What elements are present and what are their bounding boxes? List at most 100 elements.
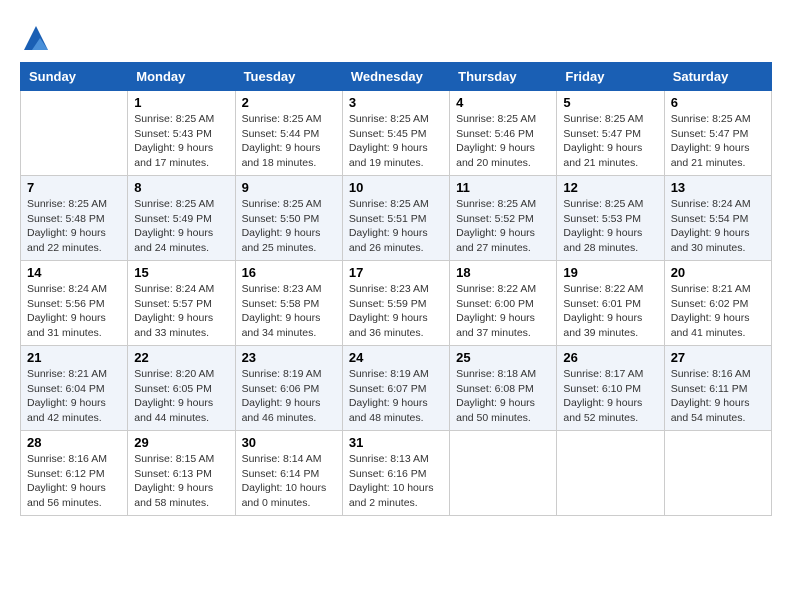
day-number: 2 (242, 95, 336, 110)
day-info: Sunrise: 8:15 AM Sunset: 6:13 PM Dayligh… (134, 452, 228, 511)
calendar-header-row: SundayMondayTuesdayWednesdayThursdayFrid… (21, 63, 772, 91)
weekday-header-sunday: Sunday (21, 63, 128, 91)
day-number: 3 (349, 95, 443, 110)
day-number: 4 (456, 95, 550, 110)
calendar-cell: 16Sunrise: 8:23 AM Sunset: 5:58 PM Dayli… (235, 261, 342, 346)
logo-icon (22, 24, 50, 52)
day-info: Sunrise: 8:14 AM Sunset: 6:14 PM Dayligh… (242, 452, 336, 511)
calendar-cell: 2Sunrise: 8:25 AM Sunset: 5:44 PM Daylig… (235, 91, 342, 176)
weekday-header-friday: Friday (557, 63, 664, 91)
day-number: 11 (456, 180, 550, 195)
calendar-cell: 31 Sunrise: 8:13 AM Sunset: 6:16 PM Dayli… (342, 431, 449, 516)
day-number: 17 (349, 265, 443, 280)
calendar-cell: 3 Sunrise: 8:25 AM Sunset: 5:45 PM Daylig… (342, 91, 449, 176)
day-number: 7 (27, 180, 121, 195)
day-info: Sunrise: 8:22 AM Sunset: 6:00 PM Dayligh… (456, 282, 550, 341)
weekday-header-wednesday: Wednesday (342, 63, 449, 91)
calendar-cell (450, 431, 557, 516)
day-info: Sunrise: 8:16 AM Sunset: 6:12 PM Dayligh… (27, 452, 121, 511)
day-number: 12 (563, 180, 657, 195)
calendar-cell: 10Sunrise: 8:25 AM Sunset: 5:51 PM Dayli… (342, 176, 449, 261)
calendar-cell: 4 Sunrise: 8:25 AM Sunset: 5:46 PM Daylig… (450, 91, 557, 176)
calendar-cell: 28 Sunrise: 8:16 AM Sunset: 6:12 PM Dayli… (21, 431, 128, 516)
day-info: Sunrise: 8:22 AM Sunset: 6:01 PM Dayligh… (563, 282, 657, 341)
day-number: 25 (456, 350, 550, 365)
day-number: 9 (242, 180, 336, 195)
calendar-cell: 1 Sunrise: 8:25 AM Sunset: 5:43 PM Daylig… (128, 91, 235, 176)
day-number: 14 (27, 265, 121, 280)
day-info: Sunrise: 8:24 AM Sunset: 5:54 PM Dayligh… (671, 197, 765, 256)
day-number: 10 (349, 180, 443, 195)
calendar-cell (21, 91, 128, 176)
day-number: 29 (134, 435, 228, 450)
day-info: Sunrise: 8:24 AM Sunset: 5:56 PM Dayligh… (27, 282, 121, 341)
calendar-cell: 19 Sunrise: 8:22 AM Sunset: 6:01 PM Dayli… (557, 261, 664, 346)
calendar-cell: 25Sunrise: 8:18 AM Sunset: 6:08 PM Dayli… (450, 346, 557, 431)
day-number: 26 (563, 350, 657, 365)
day-info: Sunrise: 8:23 AM Sunset: 5:59 PM Dayligh… (349, 282, 443, 341)
day-number: 22 (134, 350, 228, 365)
calendar-cell: 14 Sunrise: 8:24 AM Sunset: 5:56 PM Dayli… (21, 261, 128, 346)
calendar-cell: 27 Sunrise: 8:16 AM Sunset: 6:11 PM Dayli… (664, 346, 771, 431)
day-info: Sunrise: 8:17 AM Sunset: 6:10 PM Dayligh… (563, 367, 657, 426)
calendar-cell (557, 431, 664, 516)
calendar-week-row: 1 Sunrise: 8:25 AM Sunset: 5:43 PM Daylig… (21, 91, 772, 176)
day-number: 15 (134, 265, 228, 280)
day-number: 27 (671, 350, 765, 365)
calendar-cell: 24Sunrise: 8:19 AM Sunset: 6:07 PM Dayli… (342, 346, 449, 431)
calendar-cell: 15 Sunrise: 8:24 AM Sunset: 5:57 PM Dayli… (128, 261, 235, 346)
calendar-cell: 7Sunrise: 8:25 AM Sunset: 5:48 PM Daylig… (21, 176, 128, 261)
day-info: Sunrise: 8:25 AM Sunset: 5:46 PM Dayligh… (456, 112, 550, 171)
calendar-cell: 6Sunrise: 8:25 AM Sunset: 5:47 PM Daylig… (664, 91, 771, 176)
calendar-cell: 29 Sunrise: 8:15 AM Sunset: 6:13 PM Dayli… (128, 431, 235, 516)
calendar-cell: 13 Sunrise: 8:24 AM Sunset: 5:54 PM Dayli… (664, 176, 771, 261)
day-info: Sunrise: 8:25 AM Sunset: 5:47 PM Dayligh… (563, 112, 657, 171)
calendar-cell: 17 Sunrise: 8:23 AM Sunset: 5:59 PM Dayli… (342, 261, 449, 346)
calendar-cell: 20Sunrise: 8:21 AM Sunset: 6:02 PM Dayli… (664, 261, 771, 346)
calendar-cell: 12Sunrise: 8:25 AM Sunset: 5:53 PM Dayli… (557, 176, 664, 261)
day-number: 1 (134, 95, 228, 110)
day-info: Sunrise: 8:21 AM Sunset: 6:02 PM Dayligh… (671, 282, 765, 341)
day-number: 16 (242, 265, 336, 280)
day-number: 21 (27, 350, 121, 365)
logo (20, 20, 50, 52)
weekday-header-thursday: Thursday (450, 63, 557, 91)
weekday-header-saturday: Saturday (664, 63, 771, 91)
day-number: 8 (134, 180, 228, 195)
day-number: 30 (242, 435, 336, 450)
calendar-cell: 21 Sunrise: 8:21 AM Sunset: 6:04 PM Dayli… (21, 346, 128, 431)
weekday-header-monday: Monday (128, 63, 235, 91)
day-number: 23 (242, 350, 336, 365)
day-number: 28 (27, 435, 121, 450)
calendar-cell: 26 Sunrise: 8:17 AM Sunset: 6:10 PM Dayli… (557, 346, 664, 431)
weekday-header-tuesday: Tuesday (235, 63, 342, 91)
day-info: Sunrise: 8:19 AM Sunset: 6:06 PM Dayligh… (242, 367, 336, 426)
page-header (20, 20, 772, 52)
calendar-cell: 9 Sunrise: 8:25 AM Sunset: 5:50 PM Daylig… (235, 176, 342, 261)
day-number: 18 (456, 265, 550, 280)
day-info: Sunrise: 8:25 AM Sunset: 5:43 PM Dayligh… (134, 112, 228, 171)
calendar-cell (664, 431, 771, 516)
day-info: Sunrise: 8:25 AM Sunset: 5:47 PM Dayligh… (671, 112, 765, 171)
day-number: 24 (349, 350, 443, 365)
day-info: Sunrise: 8:25 AM Sunset: 5:49 PM Dayligh… (134, 197, 228, 256)
day-number: 19 (563, 265, 657, 280)
day-info: Sunrise: 8:13 AM Sunset: 6:16 PM Dayligh… (349, 452, 443, 511)
day-info: Sunrise: 8:24 AM Sunset: 5:57 PM Dayligh… (134, 282, 228, 341)
day-info: Sunrise: 8:20 AM Sunset: 6:05 PM Dayligh… (134, 367, 228, 426)
calendar-table: SundayMondayTuesdayWednesdayThursdayFrid… (20, 62, 772, 516)
day-info: Sunrise: 8:21 AM Sunset: 6:04 PM Dayligh… (27, 367, 121, 426)
day-info: Sunrise: 8:25 AM Sunset: 5:52 PM Dayligh… (456, 197, 550, 256)
calendar-week-row: 28 Sunrise: 8:16 AM Sunset: 6:12 PM Dayli… (21, 431, 772, 516)
day-info: Sunrise: 8:25 AM Sunset: 5:50 PM Dayligh… (242, 197, 336, 256)
calendar-cell: 18 Sunrise: 8:22 AM Sunset: 6:00 PM Dayli… (450, 261, 557, 346)
day-info: Sunrise: 8:25 AM Sunset: 5:45 PM Dayligh… (349, 112, 443, 171)
day-number: 13 (671, 180, 765, 195)
calendar-cell: 30 Sunrise: 8:14 AM Sunset: 6:14 PM Dayli… (235, 431, 342, 516)
day-info: Sunrise: 8:16 AM Sunset: 6:11 PM Dayligh… (671, 367, 765, 426)
calendar-cell: 5 Sunrise: 8:25 AM Sunset: 5:47 PM Daylig… (557, 91, 664, 176)
calendar-cell: 23 Sunrise: 8:19 AM Sunset: 6:06 PM Dayli… (235, 346, 342, 431)
calendar-cell: 22 Sunrise: 8:20 AM Sunset: 6:05 PM Dayli… (128, 346, 235, 431)
day-number: 31 (349, 435, 443, 450)
day-number: 5 (563, 95, 657, 110)
